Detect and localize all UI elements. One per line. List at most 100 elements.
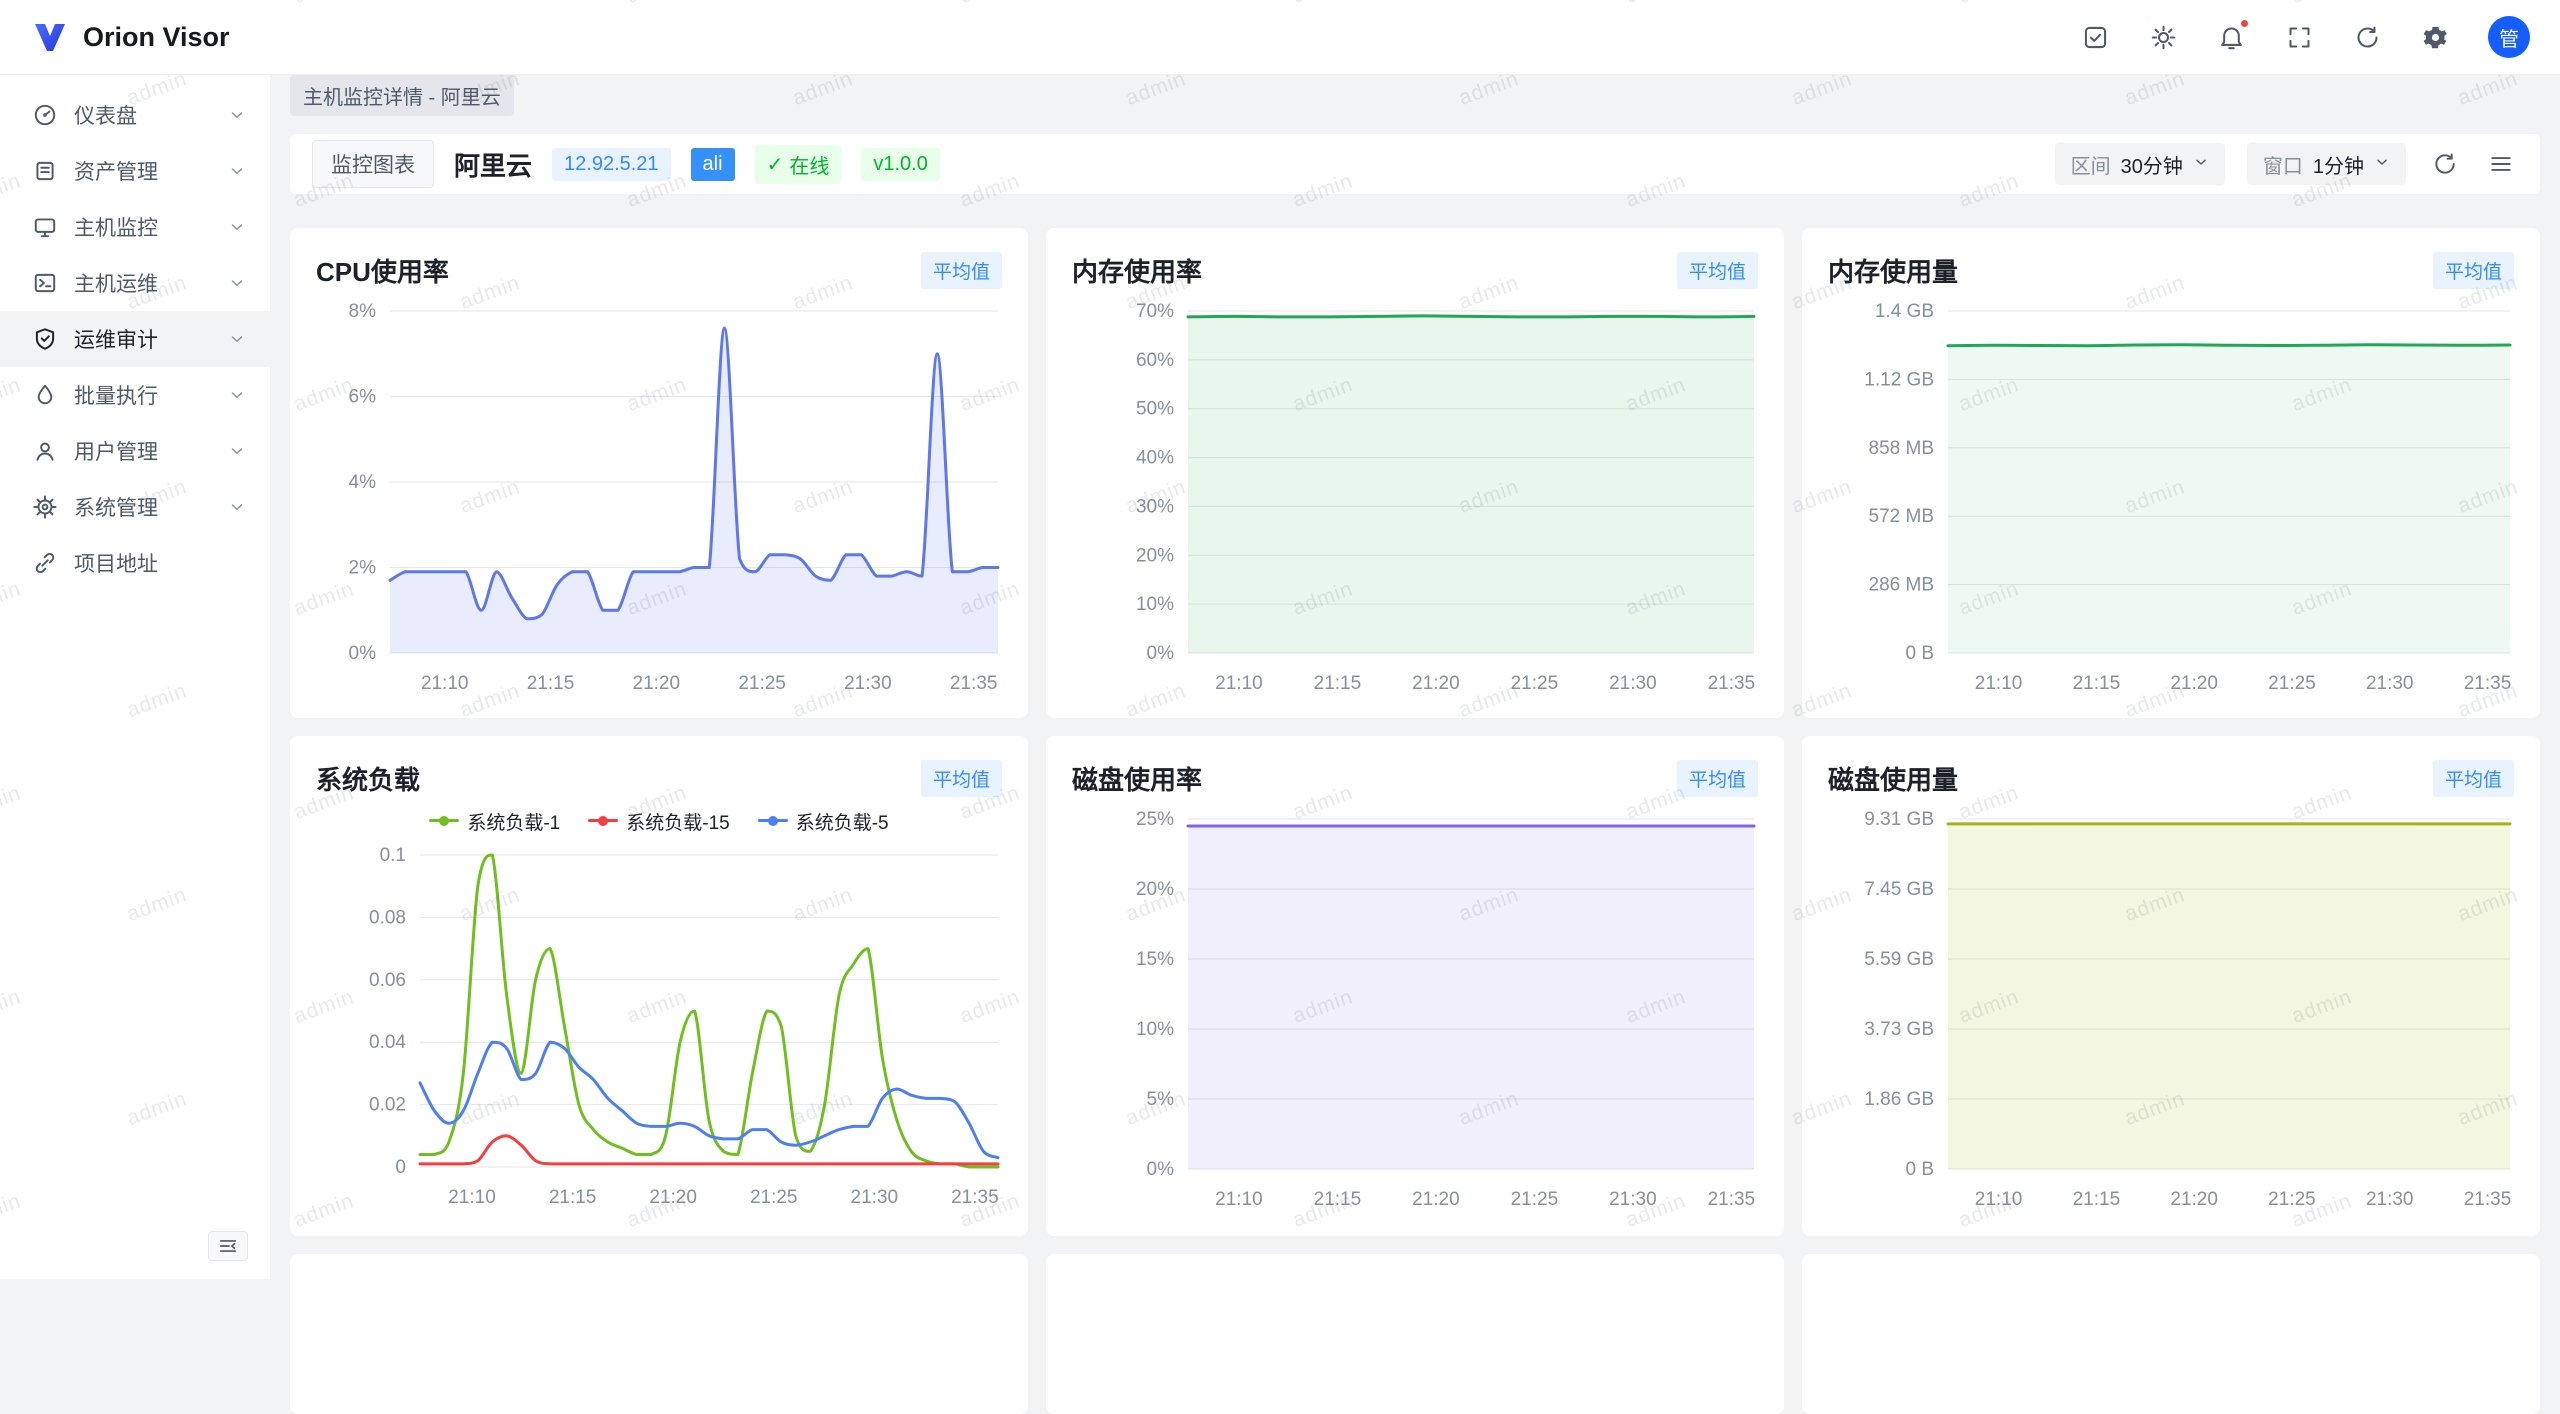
users-icon [32,438,58,464]
svg-text:21:15: 21:15 [1314,1189,1362,1210]
system-load-legend[interactable]: 系统负载-1 系统负载-15 系统负载-5 [290,803,1028,839]
avatar[interactable]: 管 [2488,16,2530,58]
sidebar-item-host-ops[interactable]: 主机运维 [0,255,270,311]
svg-text:10%: 10% [1136,594,1174,615]
svg-text:286 MB: 286 MB [1869,575,1934,596]
svg-text:21:10: 21:10 [1975,673,2023,694]
check-icon: ✓ [767,152,784,177]
sidebar-item-host-monitor[interactable]: 主机监控 [0,199,270,255]
sidebar-item-ops-audit[interactable]: 运维审计 [0,311,270,367]
legend-item[interactable]: 系统负载-1 [429,808,560,835]
legend-label: 系统负载-1 [467,808,560,835]
sidebar-item-label: 主机监控 [74,212,158,242]
sidebar-collapse-button[interactable] [208,1231,248,1261]
average-tag: 平均值 [921,252,1002,289]
chart-card-memory-rate: 内存使用率 平均值 0%10%20%30%40%50%60%70%21:1021… [1046,228,1784,718]
interval-select[interactable]: 区间 30分钟 [2055,143,2225,185]
svg-text:0: 0 [395,1157,406,1178]
svg-text:21:30: 21:30 [844,673,892,694]
link-icon [32,550,58,576]
refresh-icon[interactable] [2352,22,2382,52]
svg-text:0.02: 0.02 [369,1095,406,1116]
svg-text:21:25: 21:25 [1511,1189,1559,1210]
average-tag: 平均值 [2433,252,2514,289]
svg-text:1.4 GB: 1.4 GB [1875,301,1934,322]
svg-text:21:20: 21:20 [2170,673,2218,694]
svg-text:25%: 25% [1136,809,1174,830]
fullscreen-icon[interactable] [2284,22,2314,52]
svg-text:0%: 0% [1147,643,1175,664]
svg-text:0 B: 0 B [1905,1159,1934,1180]
svg-text:21:30: 21:30 [2366,1189,2414,1210]
svg-text:20%: 20% [1136,545,1174,566]
sidebar-item-users[interactable]: 用户管理 [0,423,270,479]
sidebar-item-batch-exec[interactable]: 批量执行 [0,367,270,423]
svg-text:0.1: 0.1 [380,845,406,866]
system-icon [32,494,58,520]
legend-marker [429,815,459,827]
sidebar-item-project-link[interactable]: 项目地址 [0,535,270,591]
chevron-down-icon [228,498,246,516]
sidebar-item-label: 系统管理 [74,492,158,522]
svg-text:21:20: 21:20 [633,673,681,694]
theme-sun-icon[interactable] [2148,22,2178,52]
sidebar-item-label: 批量执行 [74,380,158,410]
monitor-chart-button[interactable]: 监控图表 [312,140,434,188]
sidebar-item-label: 主机运维 [74,268,158,298]
chevron-down-icon [228,330,246,348]
svg-text:21:25: 21:25 [750,1187,798,1208]
svg-text:50%: 50% [1136,399,1174,420]
svg-text:60%: 60% [1136,350,1174,371]
svg-text:21:10: 21:10 [448,1187,496,1208]
chart-list-button[interactable] [2484,147,2518,181]
svg-text:21:10: 21:10 [1215,1189,1263,1210]
disk-usage-rate-chart: 0%5%10%15%20%25%21:1021:1521:2021:2521:3… [1046,803,1784,1221]
brand-name: Orion Visor [83,22,230,53]
settings-gear-icon[interactable] [2420,22,2450,52]
sidebar-item-label: 仪表盘 [74,100,137,130]
sidebar-item-label: 用户管理 [74,436,158,466]
sidebar-item-dashboard[interactable]: 仪表盘 [0,87,270,143]
svg-text:20%: 20% [1136,879,1174,900]
host-version-tag: v1.0.0 [861,148,939,181]
chevron-down-icon [228,162,246,180]
chart-card-partial [1802,1254,2540,1414]
chart-card-memory-amount: 内存使用量 平均值 0 B286 MB572 MB858 MB1.12 GB1.… [1802,228,2540,718]
card-title: 系统负载 [316,760,420,797]
window-select[interactable]: 窗口 1分钟 [2247,143,2406,185]
memory-usage-rate-chart: 0%10%20%30%40%50%60%70%21:1021:1521:2021… [1046,295,1784,705]
charts-grid: CPU使用率 平均值 0%2%4%6%8%21:1021:1521:2021:2… [290,228,2540,1414]
chevron-down-icon [228,274,246,292]
chevron-down-icon [228,386,246,404]
average-tag: 平均值 [921,760,1002,797]
legend-marker [588,815,618,827]
svg-text:9.31 GB: 9.31 GB [1864,809,1934,830]
legend-item[interactable]: 系统负载-5 [758,808,889,835]
brand: Orion Visor [30,17,230,57]
svg-text:40%: 40% [1136,448,1174,469]
memory-usage-amount-chart: 0 B286 MB572 MB858 MB1.12 GB1.4 GB21:102… [1802,295,2540,705]
svg-text:21:20: 21:20 [649,1187,697,1208]
svg-text:1.12 GB: 1.12 GB [1864,369,1934,390]
svg-text:21:10: 21:10 [421,673,469,694]
svg-text:21:15: 21:15 [2073,673,2121,694]
legend-label: 系统负载-15 [626,808,729,835]
chevron-down-icon [2193,153,2209,176]
notifications-bell-icon[interactable] [2216,22,2246,52]
sidebar-item-system[interactable]: 系统管理 [0,479,270,535]
sidebar-item-assets[interactable]: 资产管理 [0,143,270,199]
system-load-chart: 00.020.040.060.080.121:1021:1521:2021:25… [290,839,1028,1219]
chart-card-system-load: 系统负载 平均值 系统负载-1系统负载-15系统负载-5 00.020.040.… [290,736,1028,1236]
chart-card-partial [290,1254,1028,1414]
notification-dot [2239,18,2250,29]
legend-item[interactable]: 系统负载-15 [588,808,729,835]
refresh-charts-button[interactable] [2428,147,2462,181]
svg-text:21:15: 21:15 [2073,1189,2121,1210]
breadcrumb: 主机监控详情 - 阿里云 [270,75,2560,116]
average-tag: 平均值 [1677,252,1758,289]
host-name: 阿里云 [454,146,532,183]
check-square-icon[interactable] [2080,22,2110,52]
svg-text:21:25: 21:25 [738,673,786,694]
svg-text:0.08: 0.08 [369,907,406,928]
svg-text:21:35: 21:35 [951,1187,999,1208]
